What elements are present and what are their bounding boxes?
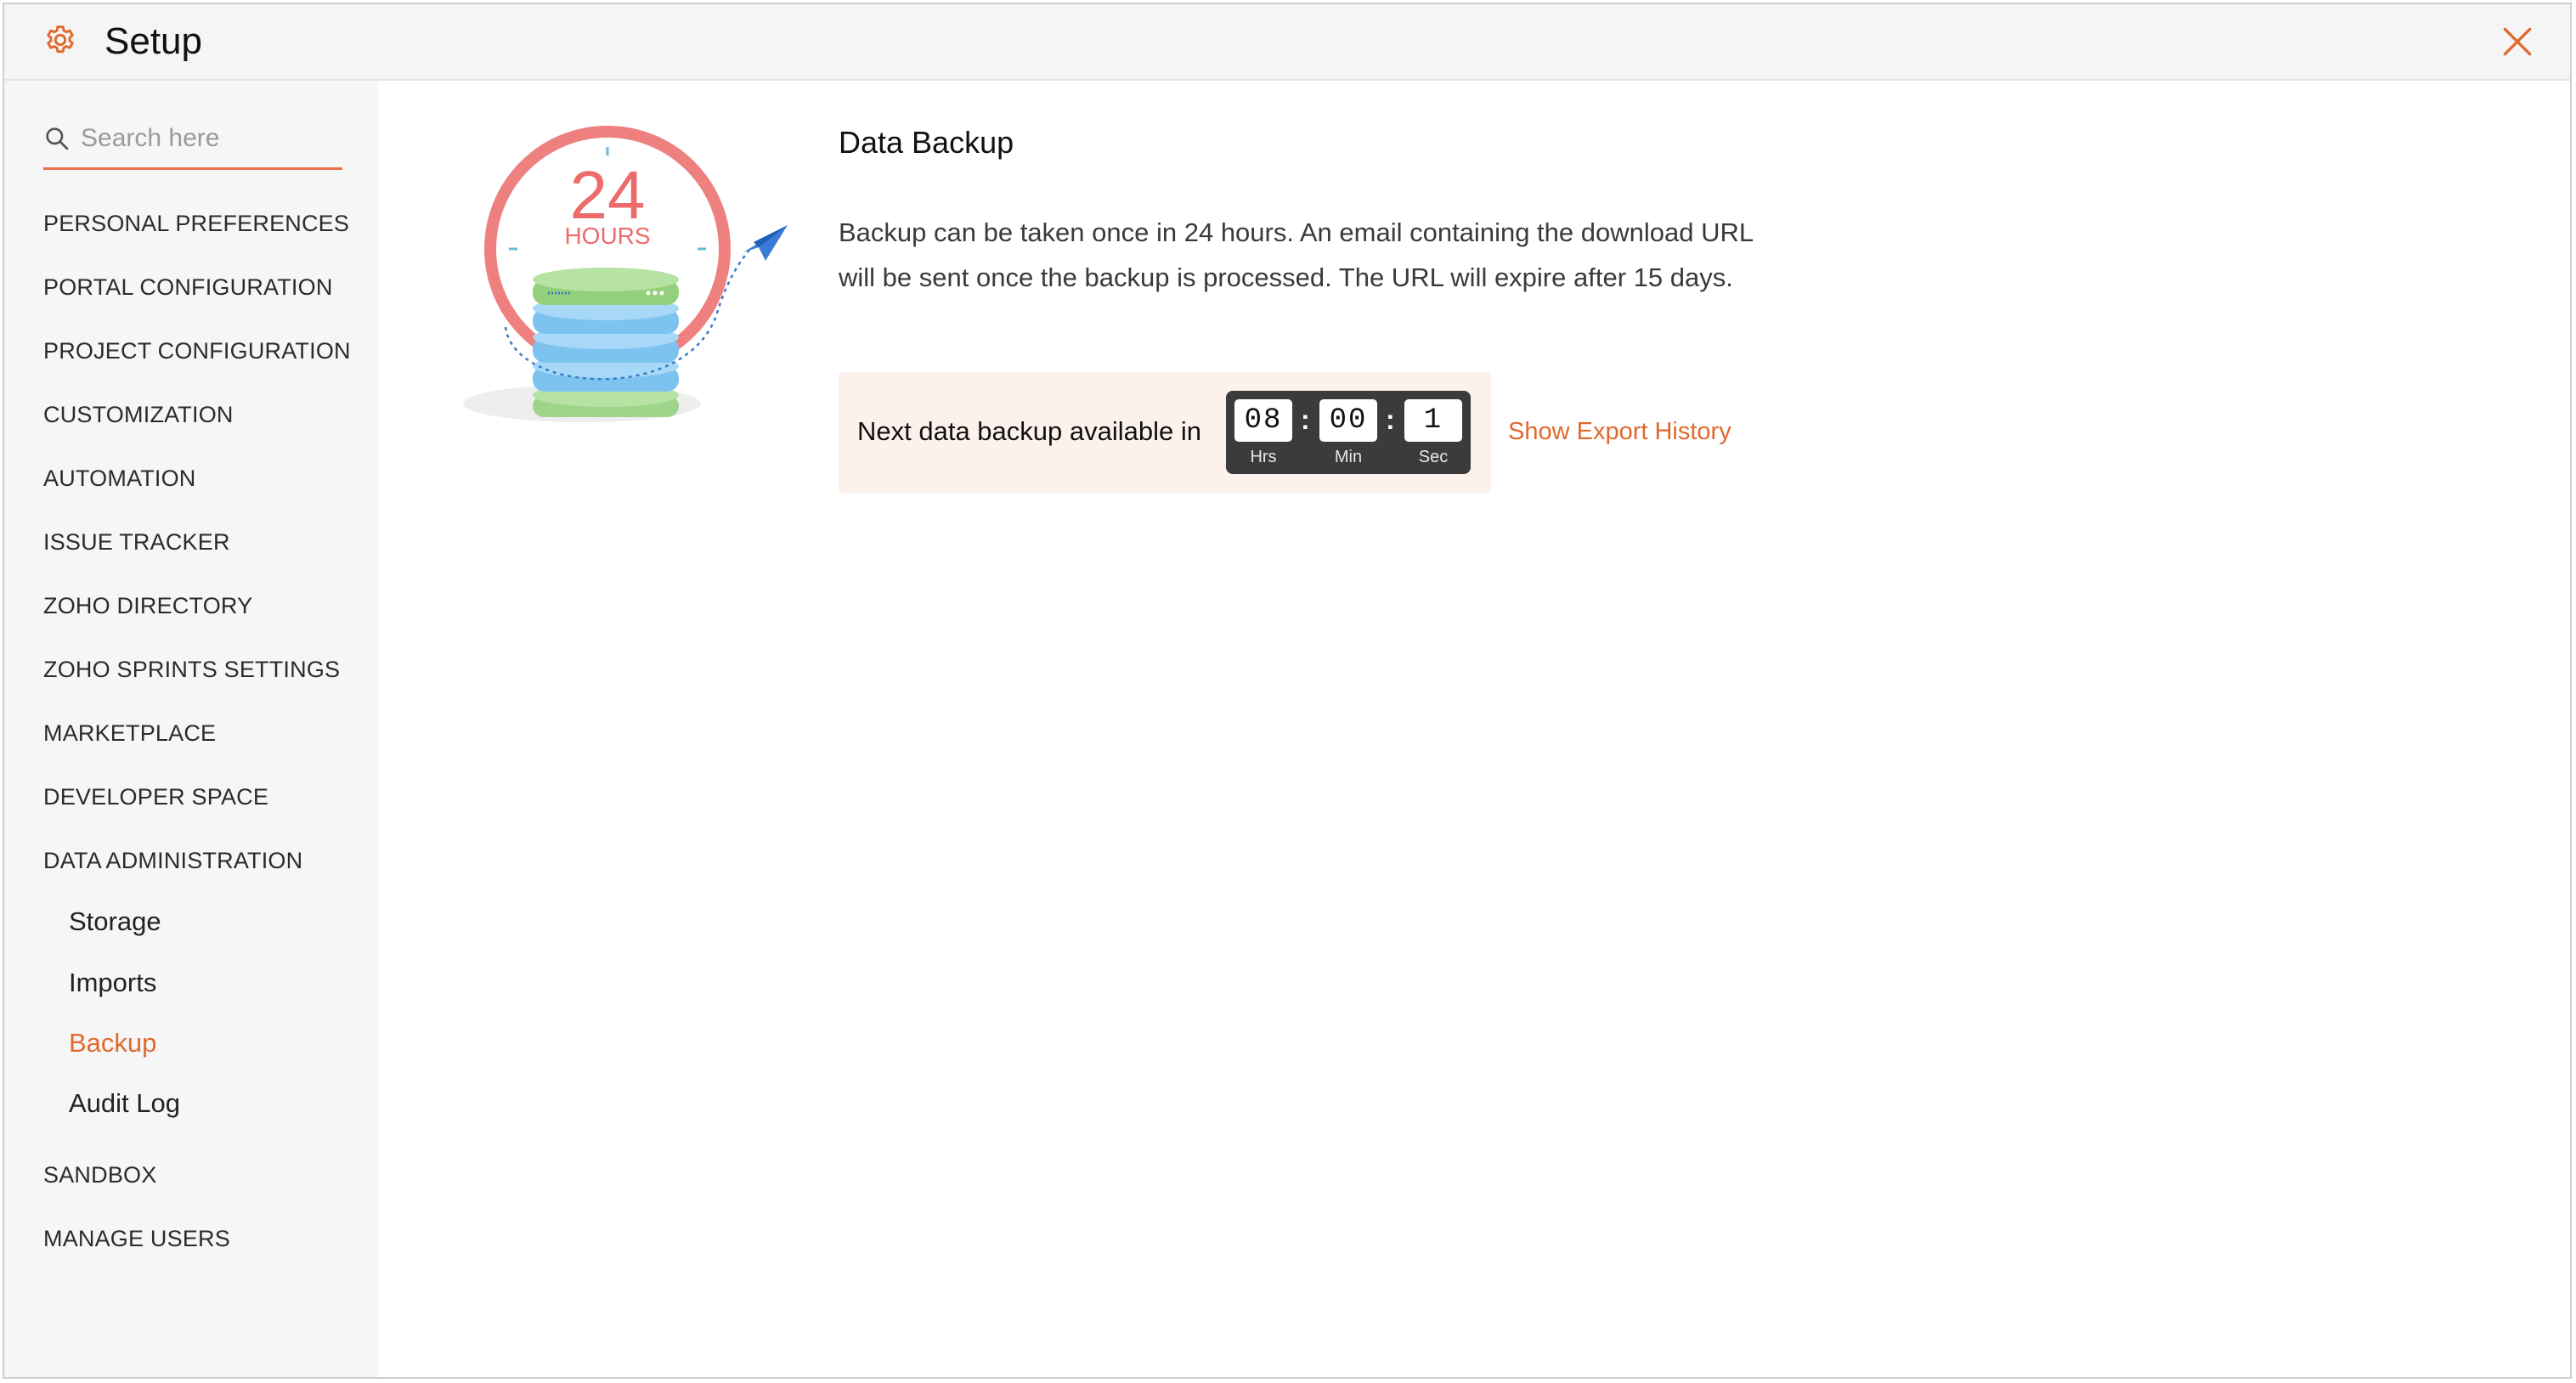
- sidebar-item-manage-users[interactable]: MANAGE USERS: [43, 1223, 230, 1254]
- sidebar-item-developer-space[interactable]: DEVELOPER SPACE: [43, 782, 268, 812]
- timer-separator: :: [1386, 404, 1395, 435]
- backup-description: Backup can be taken once in 24 hours. An…: [839, 217, 1753, 292]
- main-content: 24 HOURS Data Backup Backup can be taken…: [378, 81, 2570, 1377]
- sidebar-item-marketplace[interactable]: MARKETPLACE: [43, 718, 216, 748]
- timer-minutes-unit: Min: [1334, 448, 1363, 466]
- timer-seconds-unit: Sec: [1418, 448, 1449, 466]
- next-backup-label: Next data backup available in: [857, 416, 1201, 446]
- timer-minutes: 00 Min: [1319, 399, 1377, 469]
- sidebar-item-data-administration[interactable]: DATA ADMINISTRATION: [43, 845, 302, 876]
- search-icon: [46, 127, 69, 150]
- sidebar-item-issue-tracker[interactable]: ISSUE TRACKER: [43, 527, 230, 557]
- timer-seconds-value: 1: [1404, 399, 1462, 442]
- setup-window: Setup PERSONAL PREFERENCES PORTAL CONFIG…: [3, 3, 2572, 1379]
- sidebar-item-sandbox[interactable]: SANDBOX: [43, 1160, 156, 1190]
- next-backup-panel: Next data backup available in 08 Hrs : 0…: [839, 372, 1491, 493]
- sidebar-item-customization[interactable]: CUSTOMIZATION: [43, 399, 234, 430]
- sidebar: PERSONAL PREFERENCES PORTAL CONFIGURATIO…: [4, 81, 378, 1377]
- close-icon[interactable]: [2499, 23, 2536, 60]
- illustration-unit: HOURS: [564, 223, 650, 249]
- sidebar-subitem-imports[interactable]: Imports: [69, 966, 156, 1000]
- illustration-number: 24: [570, 157, 646, 233]
- timer-minutes-value: 00: [1319, 399, 1377, 442]
- window-title: Setup: [105, 20, 202, 62]
- sidebar-item-zoho-directory[interactable]: ZOHO DIRECTORY: [43, 590, 252, 621]
- timer-hours-value: 08: [1234, 399, 1292, 442]
- sidebar-item-automation[interactable]: AUTOMATION: [43, 463, 196, 494]
- sidebar-subitem-backup[interactable]: Backup: [69, 1026, 156, 1060]
- sidebar-item-portal-configuration[interactable]: PORTAL CONFIGURATION: [43, 272, 333, 302]
- paper-plane-icon: [743, 225, 788, 261]
- timer-separator: :: [1301, 404, 1310, 435]
- title-bar: Setup: [4, 4, 2570, 81]
- timer-hours-unit: Hrs: [1250, 448, 1277, 466]
- timer-hours: 08 Hrs: [1234, 399, 1292, 469]
- gear-icon: [47, 25, 74, 54]
- sidebar-item-personal-preferences[interactable]: PERSONAL PREFERENCES: [43, 208, 349, 239]
- page-title: Data Backup: [839, 125, 1014, 160]
- timer-seconds: 1 Sec: [1404, 399, 1462, 469]
- search-input[interactable]: [79, 118, 337, 159]
- backup-illustration: 24 HOURS: [463, 126, 788, 422]
- search-box[interactable]: [43, 113, 342, 170]
- show-export-history-link[interactable]: Show Export History: [1508, 415, 1731, 449]
- sidebar-item-project-configuration[interactable]: PROJECT CONFIGURATION: [43, 336, 351, 366]
- sidebar-subitem-audit-log[interactable]: Audit Log: [69, 1087, 180, 1121]
- countdown-timer: 08 Hrs : 00 Min : 1 Sec: [1226, 391, 1471, 474]
- database-icon: [533, 268, 679, 417]
- sidebar-item-zoho-sprints-settings[interactable]: ZOHO SPRINTS SETTINGS: [43, 654, 340, 685]
- sidebar-subitem-storage[interactable]: Storage: [69, 905, 161, 939]
